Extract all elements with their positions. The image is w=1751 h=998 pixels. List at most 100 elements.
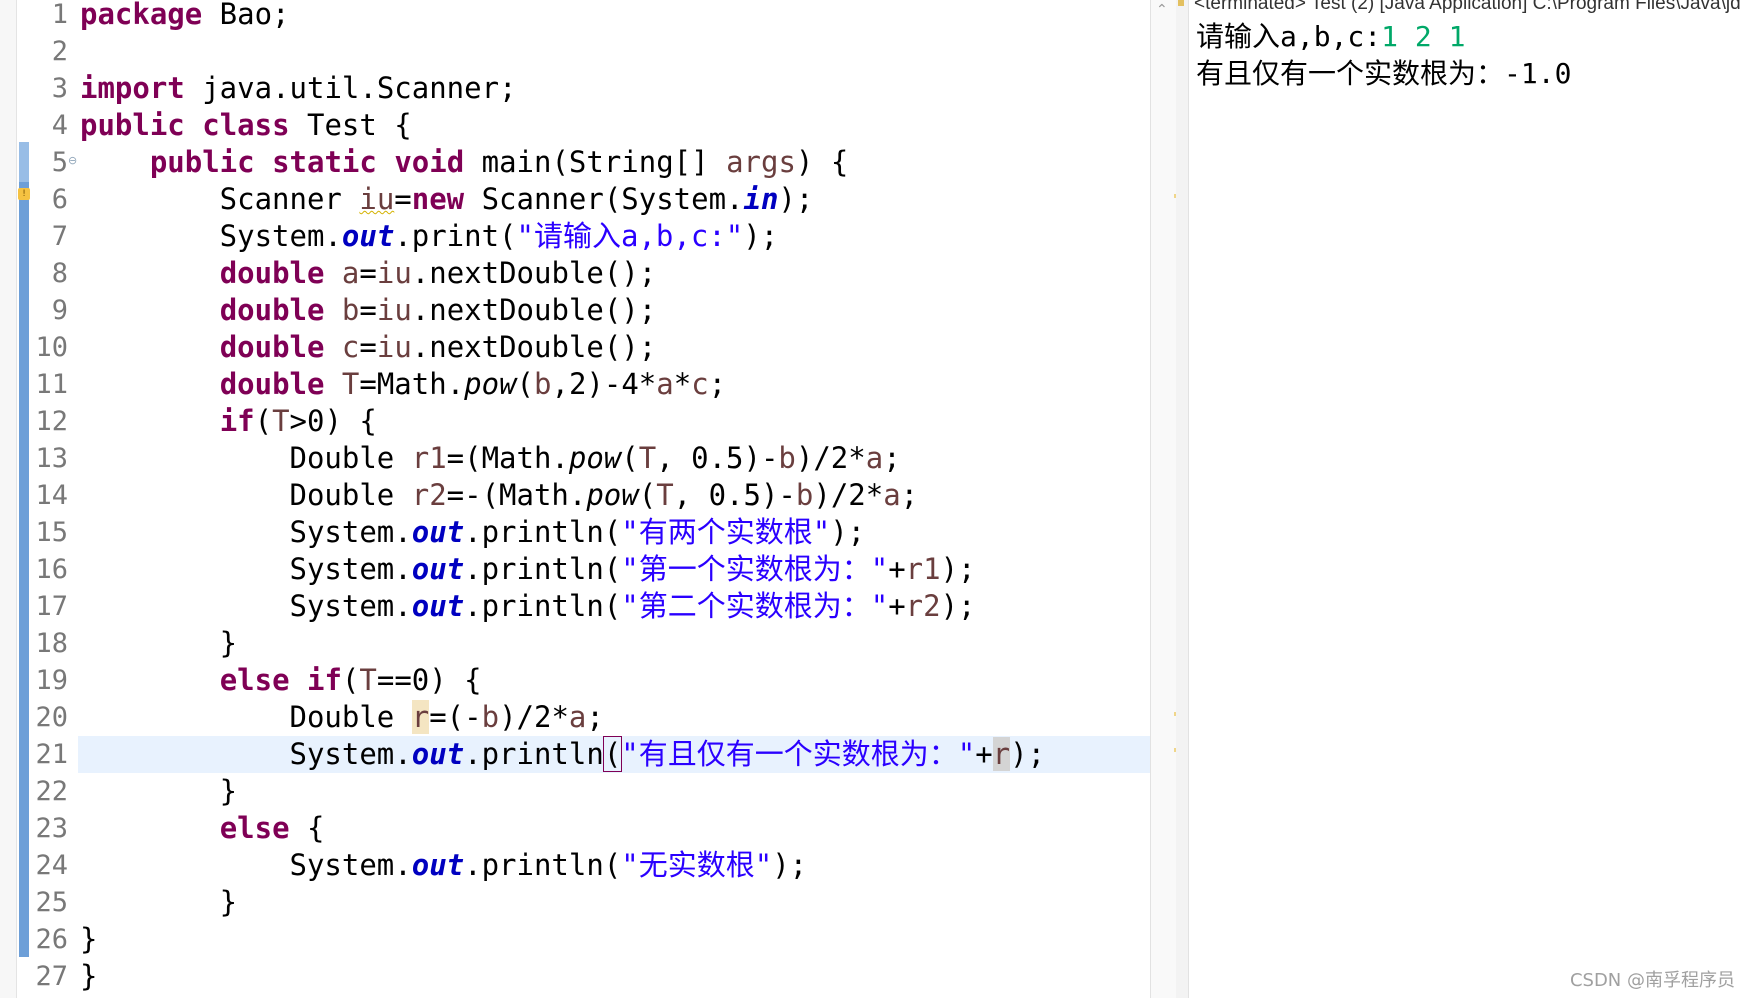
code-line[interactable]: 9 double b=iu.nextDouble();	[0, 292, 1150, 329]
line-number: 4	[51, 110, 68, 141]
code-line[interactable]: 10 double c=iu.nextDouble();	[0, 329, 1150, 366]
code-editor[interactable]: ⊖ ! 1 package Bao; 2 3 import java.util.Sc…	[0, 0, 1150, 998]
code-line[interactable]: 4 public class Test {	[0, 107, 1150, 144]
variable: b	[795, 478, 814, 512]
code-line[interactable]: 3 import java.util.Scanner;	[0, 70, 1150, 107]
console-view[interactable]: <terminated> Test (2) [Java Application]…	[1176, 0, 1751, 998]
code-line[interactable]: 7 System.out.print("请输入a,b,c:");	[0, 218, 1150, 255]
code-token: );	[743, 219, 779, 253]
code-lines[interactable]: 1 package Bao; 2 3 import java.util.Scanne…	[0, 0, 1150, 995]
code-line[interactable]: 18 }	[0, 625, 1150, 662]
console-left-edge	[1176, 0, 1189, 998]
console-user-input: 1 2 1	[1381, 20, 1466, 53]
code-line[interactable]: 11 double T=Math.pow(b,2)-4*a*c;	[0, 366, 1150, 403]
code-line[interactable]: 27}	[0, 958, 1150, 995]
code-line[interactable]: 15 System.out.println("有两个实数根");	[0, 514, 1150, 551]
keyword: static	[272, 145, 377, 179]
code-line[interactable]: 12 if(T>0) {	[0, 403, 1150, 440]
code-line[interactable]: 5 public static void main(String[] args)…	[0, 144, 1150, 181]
code-token: =(-	[429, 700, 482, 734]
code-text[interactable]: Double r2=-(Math.pow(T, 0.5)-b)/2*a;	[80, 477, 919, 514]
code-token: System.	[80, 737, 412, 771]
code-text[interactable]: Scanner iu=new Scanner(System.in);	[80, 181, 814, 218]
code-text[interactable]: }	[80, 958, 97, 995]
code-text[interactable]: }	[80, 625, 237, 662]
code-token: );	[830, 515, 866, 549]
code-text[interactable]: double c=iu.nextDouble();	[80, 329, 657, 366]
code-line[interactable]: 24 System.out.println("无实数根");	[0, 847, 1150, 884]
code-text[interactable]: Double r1=(Math.pow(T, 0.5)-b)/2*a;	[80, 440, 901, 477]
code-line[interactable]: 25 }	[0, 884, 1150, 921]
code-text[interactable]: double b=iu.nextDouble();	[80, 292, 657, 329]
code-line[interactable]: 8 double a=iu.nextDouble();	[0, 255, 1150, 292]
code-text[interactable]: System.out.print("请输入a,b,c:");	[80, 218, 778, 255]
variable-warning: iu	[359, 182, 395, 216]
line-number: 20	[35, 702, 68, 733]
line-number: 18	[35, 628, 68, 659]
keyword: double	[219, 256, 325, 290]
variable: b	[481, 700, 500, 734]
code-line[interactable]: 17 System.out.println("第二个实数根为："+r2);	[0, 588, 1150, 625]
code-line[interactable]: 19 else if(T==0) {	[0, 662, 1150, 699]
code-token: ;	[883, 441, 901, 475]
code-line[interactable]: 1 package Bao;	[0, 0, 1150, 33]
code-token: ==0) {	[376, 663, 482, 697]
code-line[interactable]: 16 System.out.println("第一个实数根为："+r1);	[0, 551, 1150, 588]
code-token: ;	[586, 700, 604, 734]
code-text[interactable]: System.out.println("有两个实数根");	[80, 514, 866, 551]
code-line[interactable]: 13 Double r1=(Math.pow(T, 0.5)-b)/2*a;	[0, 440, 1150, 477]
code-text[interactable]: System.out.println("无实数根");	[80, 847, 808, 884]
static-field: out	[341, 219, 395, 253]
string-literal: "请输入a,b,c:"	[516, 219, 744, 253]
code-line[interactable]: 2	[0, 33, 1150, 70]
code-text[interactable]: else {	[80, 810, 325, 847]
code-text[interactable]: import java.util.Scanner;	[80, 70, 517, 107]
code-text[interactable]: System.out.println("第二个实数根为："+r2);	[80, 588, 976, 625]
line-number: 6	[51, 184, 68, 215]
string-literal: "无实数根"	[621, 848, 773, 882]
code-text[interactable]: if(T>0) {	[80, 403, 377, 440]
variable: c	[341, 330, 360, 364]
static-field: in	[743, 182, 779, 216]
code-token: =Math.	[359, 367, 465, 401]
console-output[interactable]: 请输入a,b,c:1 2 1 有且仅有一个实数根为：-1.0	[1196, 18, 1571, 92]
current-code-line[interactable]: 21 System.out.println("有且仅有一个实数根为："+r);	[0, 736, 1150, 773]
code-text[interactable]: package Bao;	[80, 0, 290, 33]
code-text[interactable]: }	[80, 773, 237, 810]
keyword: class	[202, 108, 290, 142]
overview-ruler[interactable]: ⌃	[1150, 0, 1181, 998]
code-line[interactable]: 6 Scanner iu=new Scanner(System.in);	[0, 181, 1150, 218]
code-line[interactable]: 20 Double r=(-b)/2*a;	[0, 699, 1150, 736]
code-line[interactable]: 14 Double r2=-(Math.pow(T, 0.5)-b)/2*a;	[0, 477, 1150, 514]
code-text[interactable]: else if(T==0) {	[80, 662, 482, 699]
code-line[interactable]: 23 else {	[0, 810, 1150, 847]
code-token: , 0.5)-	[656, 441, 779, 475]
line-number: 2	[51, 36, 68, 67]
variable: b	[534, 367, 552, 401]
code-text[interactable]: }	[80, 884, 237, 921]
code-line[interactable]: 22 }	[0, 773, 1150, 810]
code-token: .println(	[464, 848, 622, 882]
code-token: =	[394, 182, 412, 216]
code-text[interactable]: }	[80, 921, 97, 958]
console-title: <terminated> Test (2) [Java Application]…	[1194, 0, 1741, 14]
code-text[interactable]: System.out.println("有且仅有一个实数根为："+r);	[80, 736, 1045, 773]
code-token: }	[80, 885, 238, 919]
code-text[interactable]: double a=iu.nextDouble();	[80, 255, 657, 292]
code-text[interactable]: public static void main(String[] args) {	[80, 144, 848, 181]
line-number: 24	[35, 850, 68, 881]
code-token: );	[940, 552, 976, 586]
code-text[interactable]: public class Test {	[80, 107, 412, 144]
static-field: out	[411, 515, 465, 549]
code-text[interactable]: double T=Math.pow(b,2)-4*a*c;	[80, 366, 726, 403]
code-token: +	[888, 589, 906, 623]
scroll-up-icon[interactable]: ⌃	[1156, 2, 1168, 18]
code-token: Double	[80, 478, 412, 512]
code-text[interactable]: System.out.println("第一个实数根为："+r1);	[80, 551, 976, 588]
code-token: System.	[80, 589, 412, 623]
code-text[interactable]: Double r=(-b)/2*a;	[80, 699, 604, 736]
code-line[interactable]: 26}	[0, 921, 1150, 958]
